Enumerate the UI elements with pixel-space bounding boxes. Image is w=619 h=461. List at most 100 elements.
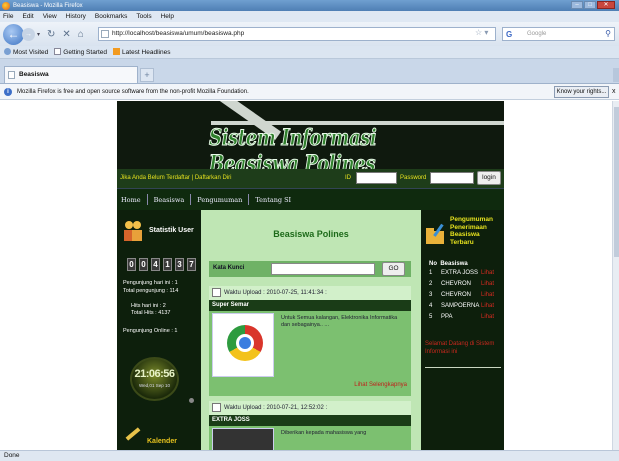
col-beasiswa: Beasiswa	[440, 261, 468, 267]
page-viewport: Sistem Informasi Beasiswa Polines Jika A…	[0, 101, 612, 450]
hits-total: Total Hits : 4137	[131, 310, 171, 316]
clock-indicator	[189, 398, 194, 403]
main-content: Beasiswa Polines Kata Kunci GO Waktu Upl…	[201, 210, 421, 450]
visitors-today: Pengunjung hari ini : 1	[123, 280, 178, 286]
notification-text: Mozilla Firefox is free and open source …	[17, 89, 249, 95]
register-link[interactable]: Jika Anda Belum Terdaftar | Daftarkan Di…	[120, 175, 232, 181]
see-more-link[interactable]: Lihat Selengkapnya	[354, 382, 407, 388]
bookmark-latest-headlines[interactable]: Latest Headlines	[113, 48, 170, 56]
nav-tentang[interactable]: Tentang SI	[255, 196, 291, 204]
keyword-search: Kata Kunci GO	[209, 261, 411, 277]
keyword-input[interactable]	[271, 263, 375, 275]
info-icon: i	[4, 88, 12, 96]
stats-column: Statistik User 0 0 4 1 3 7 Pengunjung ha…	[117, 210, 201, 450]
nav-separator	[190, 194, 192, 205]
id-label: ID	[345, 175, 351, 181]
visitors-total: Total pengunjung : 114	[123, 288, 179, 294]
password-input[interactable]	[430, 172, 474, 184]
welcome-text: Selamat Datang di Sistem Informasi ini	[425, 341, 495, 355]
nav-beasiswa[interactable]: Beasiswa	[154, 196, 185, 204]
status-bar: Done	[0, 450, 619, 461]
reload-icon[interactable]: ↻	[47, 29, 55, 40]
address-text: http://localhost/beasiswa/umum/beasiswa.…	[112, 30, 245, 37]
stats-title: Statistik User	[149, 227, 194, 234]
counter-digit: 4	[151, 258, 160, 271]
scholarship-name: EXTRA JOSS	[209, 415, 411, 426]
vertical-scrollbar[interactable]	[612, 101, 619, 450]
pencil-icon	[125, 427, 141, 441]
hits-today: Hits hari ini : 2	[131, 303, 166, 309]
id-input[interactable]	[356, 172, 397, 184]
scholarship-thumbnail	[212, 428, 274, 450]
nav-home[interactable]: Home	[121, 196, 141, 204]
tab-label: Beasiswa	[19, 71, 49, 78]
announcement-header: No Beasiswa	[429, 261, 468, 267]
keyword-label: Kata Kunci	[213, 265, 245, 271]
know-your-rights-button[interactable]: Know your rights...	[554, 86, 609, 98]
password-label: Password	[400, 175, 427, 181]
tab-strip: Beasiswa +	[0, 59, 619, 84]
tab-scroll-button[interactable]	[613, 68, 619, 82]
counter-digit: 3	[175, 258, 184, 271]
col-no: No	[429, 261, 437, 267]
view-link[interactable]: Lihat	[481, 314, 494, 320]
scholarship-description: Diberikan kepada mahasiswa yang	[281, 430, 367, 436]
visitors-online: Pengunjung Online : 1	[123, 328, 178, 334]
menu-view[interactable]: View	[43, 13, 57, 20]
scrollbar-thumb[interactable]	[614, 107, 619, 257]
menu-history[interactable]: History	[66, 13, 86, 20]
forward-button[interactable]: →	[22, 27, 35, 41]
menu-bookmarks[interactable]: Bookmarks	[95, 13, 128, 20]
history-dropdown-icon[interactable]: ▾	[37, 31, 40, 38]
view-link[interactable]: Lihat	[481, 303, 494, 309]
view-link[interactable]: Lihat	[481, 270, 494, 276]
window-title: Beasiswa - Mozilla Firefox	[13, 2, 83, 9]
menu-file[interactable]: File	[3, 13, 13, 20]
search-icon[interactable]: ⚲	[605, 28, 611, 40]
main-heading: Beasiswa Polines	[273, 229, 349, 239]
menu-edit[interactable]: Edit	[22, 13, 33, 20]
login-button[interactable]: login	[477, 171, 501, 185]
digital-clock: 21:06:56 Wed,01 Sep 10	[130, 357, 179, 401]
announcement-title: Pengumuman Penerimaan Beasiswa Terbaru	[450, 216, 493, 246]
nav-separator	[248, 194, 250, 205]
scholarship-description: Untuk Semua kalangan, Elektronika Inform…	[281, 315, 398, 328]
users-icon	[124, 221, 142, 241]
menu-tools[interactable]: Tools	[136, 13, 151, 20]
go-button[interactable]: GO	[382, 262, 405, 276]
notification-close-icon[interactable]: x	[612, 84, 616, 100]
announcement-row: 4 SAMPOERNA Lihat	[429, 303, 495, 309]
bookmark-most-visited[interactable]: Most Visited	[4, 48, 48, 56]
site-container: Sistem Informasi Beasiswa Polines Jika A…	[117, 101, 504, 450]
counter-digit: 0	[127, 258, 136, 271]
tab-beasiswa[interactable]: Beasiswa	[4, 66, 138, 83]
view-link[interactable]: Lihat	[481, 292, 494, 298]
notification-bar: i Mozilla Firefox is free and open sourc…	[0, 84, 619, 100]
minimize-button[interactable]: –	[571, 1, 583, 9]
view-link[interactable]: Lihat	[481, 281, 494, 287]
address-bar[interactable]: http://localhost/beasiswa/umum/beasiswa.…	[98, 27, 496, 41]
new-tab-button[interactable]: +	[140, 68, 154, 82]
nav-pengumuman[interactable]: Pengumuman	[197, 196, 242, 204]
announcement-row: 3 CHEVRON Lihat	[429, 292, 495, 298]
folder-pencil-icon	[426, 223, 444, 244]
page-icon	[8, 71, 15, 79]
bookmarks-toolbar: Most Visited Getting Started Latest Head…	[0, 46, 619, 59]
maximize-button[interactable]: □	[584, 1, 596, 9]
google-icon: G	[506, 30, 513, 39]
counter-digit: 1	[163, 258, 172, 271]
bookmark-getting-started[interactable]: Getting Started	[54, 48, 107, 56]
search-box[interactable]: G Google ⚲	[502, 27, 615, 41]
announcement-row: 5 PPA Lihat	[429, 314, 495, 320]
bookmark-star-icon[interactable]: ☆ ▾	[475, 28, 488, 37]
home-icon[interactable]: ⌂	[78, 29, 84, 40]
menu-bar: File Edit View History Bookmarks Tools H…	[0, 11, 619, 22]
menu-help[interactable]: Help	[161, 13, 174, 20]
upload-time: Waktu Upload : 2010-07-21, 12:52:02 :	[209, 401, 411, 415]
most-visited-icon	[4, 48, 11, 55]
close-window-button[interactable]: ✕	[597, 1, 615, 9]
stop-icon[interactable]: ✕	[62, 29, 70, 40]
back-button[interactable]: ←	[3, 23, 24, 45]
counter-digit: 0	[139, 258, 148, 271]
site-nav: Home Beasiswa Pengumuman Tentang SI	[117, 188, 504, 210]
